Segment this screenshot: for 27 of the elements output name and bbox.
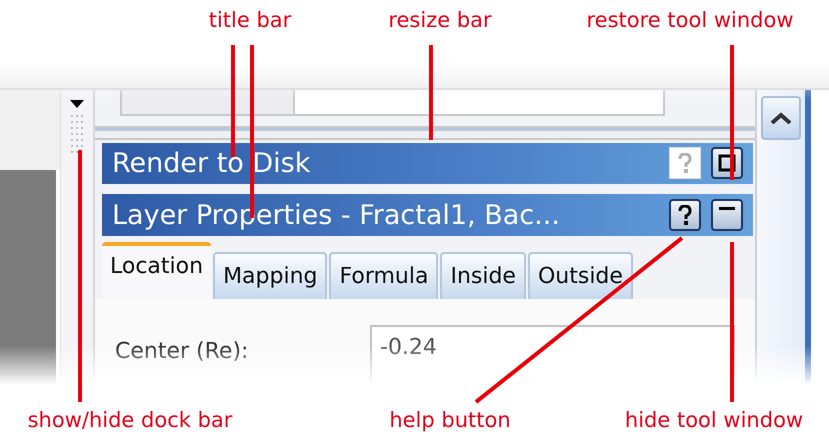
caret-icon[interactable] [70,100,84,108]
input-field[interactable]: -0.24 [370,325,735,385]
tab[interactable]: Location [102,242,212,299]
window-title: Layer Properties - Fractal1, Bac... [112,200,561,231]
chevron-up-icon [770,112,792,124]
hide-button[interactable] [711,199,743,232]
tab[interactable]: Inside [440,252,526,299]
callout-label: help button [389,408,511,432]
grip-icon[interactable] [71,114,83,154]
window-title: Render to Disk [112,148,312,179]
callout-label: hide tool window [624,408,804,432]
scroll-up-button[interactable] [761,96,801,140]
question-mark-icon [678,153,692,174]
bar-icon [719,206,735,210]
title-bar[interactable]: Render to Disk [102,142,753,184]
question-mark-icon [678,205,692,226]
callout-label: restore tool window [586,8,794,32]
title-bar[interactable]: Layer Properties - Fractal1, Bac... [102,194,753,236]
help-button[interactable] [669,199,701,232]
square-icon [718,154,736,172]
callout-label: title bar [208,8,292,32]
tab[interactable]: Mapping [213,252,328,299]
callout-label: show/hide dock bar [28,408,232,432]
field-label: Center (Re): [115,338,250,364]
callout-label: resize bar [388,8,492,32]
tab[interactable]: Formula [329,252,438,299]
tab[interactable]: Outside [528,252,633,299]
